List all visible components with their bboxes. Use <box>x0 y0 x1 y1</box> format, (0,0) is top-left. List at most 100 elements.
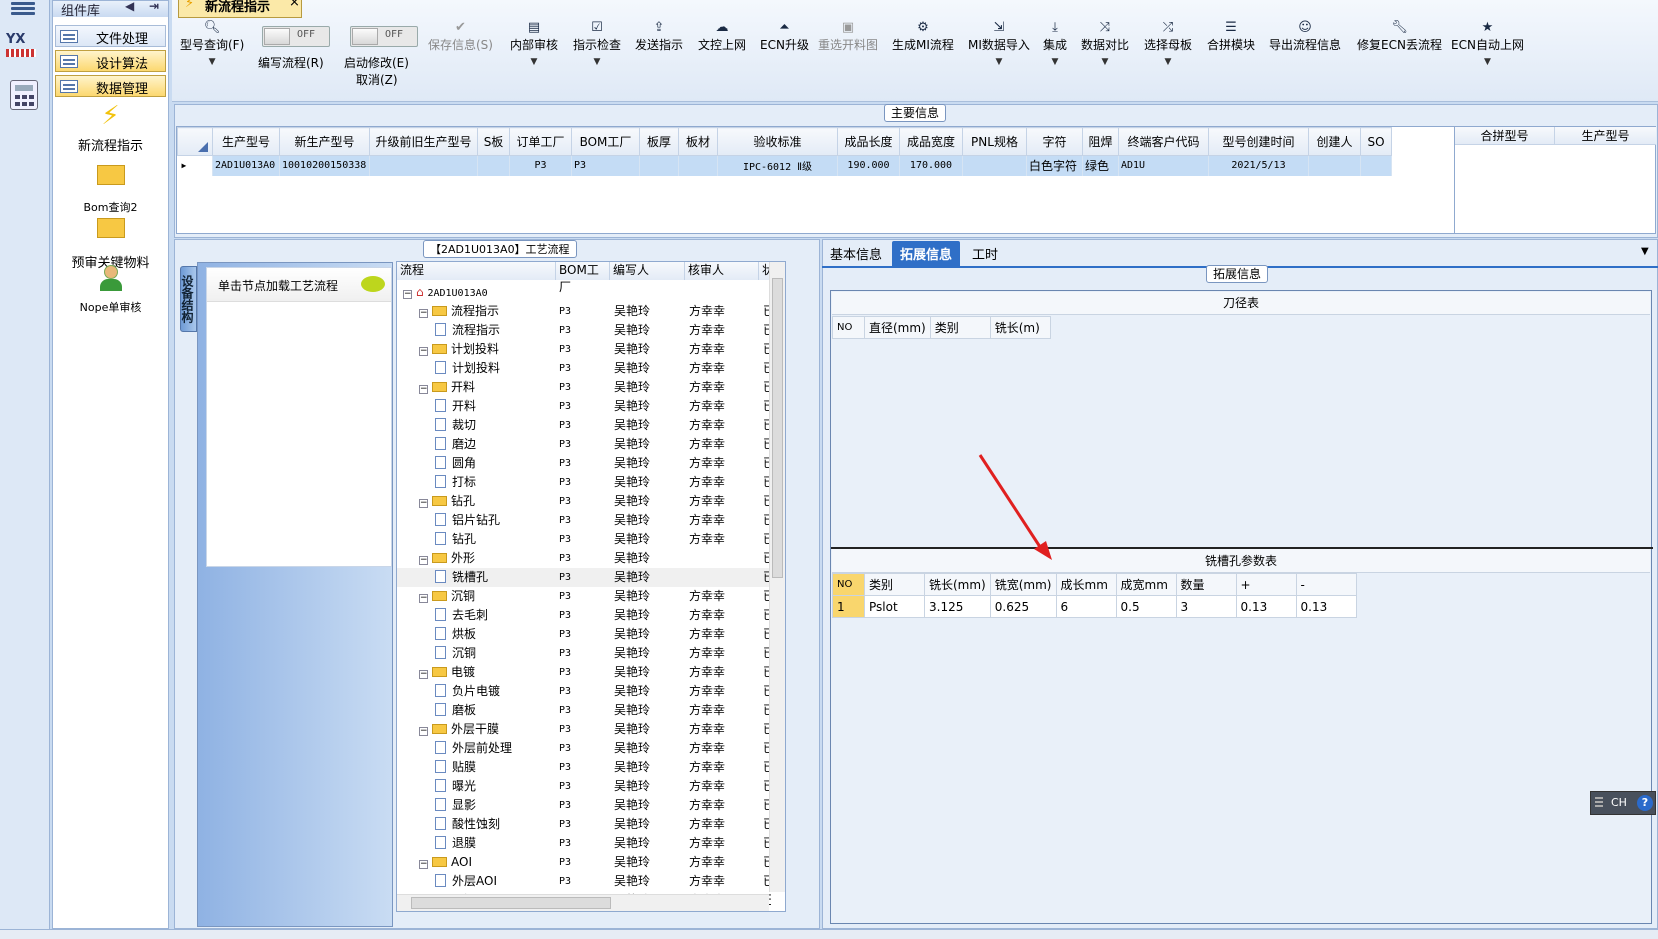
query-button[interactable]: 🔍︎ 型号查询(F) ▼ <box>180 20 244 67</box>
col-header[interactable]: SO <box>1360 127 1392 156</box>
tool-bom-query[interactable]: Bom查询2 <box>53 159 168 215</box>
tree-row[interactable]: 曝光P3吴艳玲方幸幸已审核 <box>397 777 771 796</box>
tree-row[interactable]: 沉铜P3吴艳玲方幸幸已审核 <box>397 644 771 663</box>
tree-row[interactable]: 打标P3吴艳玲方幸幸已审核 <box>397 473 771 492</box>
tree-row[interactable]: 外层AOIP3吴艳玲方幸幸已审核 <box>397 872 771 891</box>
main-info-grid[interactable]: 生产型号 新生产型号 升级前旧生产型号 S板 订单工厂 BOM工厂 板厚 板材 … <box>177 127 1454 233</box>
col-header[interactable]: 创建人 <box>1308 127 1361 156</box>
horizontal-scrollbar[interactable] <box>397 894 769 911</box>
scroll-thumb[interactable] <box>772 278 783 578</box>
collapse-icon[interactable]: − <box>419 347 428 356</box>
col-header[interactable]: S板 <box>477 127 510 156</box>
tree-row[interactable]: 磨边P3吴艳玲方幸幸已审核 <box>397 435 771 454</box>
col-header[interactable]: 生产型号 <box>212 127 280 156</box>
col-header[interactable]: 流程 <box>397 262 556 280</box>
menu-icon[interactable] <box>11 0 35 16</box>
select-master-button[interactable]: ⤮ 选择母板 ▼ <box>1144 20 1192 67</box>
scroll-thumb[interactable] <box>411 897 611 909</box>
col-header[interactable]: 直径(mm) <box>864 316 931 339</box>
close-icon[interactable]: × <box>289 0 300 10</box>
tree-row[interactable]: 开料P3吴艳玲方幸幸已审核 <box>397 397 771 416</box>
tree-row[interactable]: 贴膜P3吴艳玲方幸幸已审核 <box>397 758 771 777</box>
tab-work-hours[interactable]: 工时 <box>964 241 1006 266</box>
tab-basic-info[interactable]: 基本信息 <box>822 241 890 266</box>
col-header[interactable]: 铣宽(mm) <box>989 573 1057 596</box>
table-row[interactable]: ▶ 2AD1U013A0 10010200150338 P3 P3 IPC-60… <box>177 155 1392 176</box>
tree-row[interactable]: −电镀P3吴艳玲方幸幸已审核 <box>397 663 771 682</box>
gen-mi-flow-button[interactable]: ⚙ 生成MI流程 <box>892 20 954 53</box>
col-header[interactable]: 型号创建时间 <box>1208 127 1309 156</box>
col-header[interactable]: 铣长(mm) <box>924 573 991 596</box>
knife-table[interactable]: NO 直径(mm) 类别 铣长(m) <box>832 316 1051 339</box>
internal-review-button[interactable]: ▤ 内部审核 ▼ <box>510 20 558 67</box>
ecn-upgrade-button[interactable]: ⏶ ECN升级 <box>760 20 809 53</box>
mi-import-button[interactable]: ⇲ MI数据导入 ▼ <box>968 20 1030 67</box>
tree-row[interactable]: −开料P3吴艳玲方幸幸已审核 <box>397 378 771 397</box>
collapse-icon[interactable]: − <box>419 670 428 679</box>
col-header[interactable]: 验收标准 <box>717 127 838 156</box>
tree-row[interactable]: −外层干膜P3吴艳玲方幸幸已审核 <box>397 720 771 739</box>
col-header[interactable]: PNL规格 <box>962 127 1027 156</box>
tree-row[interactable]: 去毛刺P3吴艳玲方幸幸已审核 <box>397 606 771 625</box>
tree-row[interactable]: 外层前处理P3吴艳玲方幸幸已审核 <box>397 739 771 758</box>
col-header[interactable]: 板厚 <box>639 127 679 156</box>
col-header[interactable]: NO <box>832 573 865 596</box>
tree-row[interactable]: −流程指示P3吴艳玲方幸幸已审核 <box>397 302 771 321</box>
tree-row[interactable]: −钻孔P3吴艳玲方幸幸已审核 <box>397 492 771 511</box>
tree-row[interactable]: 流程指示P3吴艳玲方幸幸已审核 <box>397 321 771 340</box>
collapse-icon[interactable]: − <box>403 290 412 299</box>
col-header[interactable]: 终端客户代码 <box>1118 127 1209 156</box>
col-header[interactable]: 铣长(m) <box>989 316 1051 339</box>
tree-row[interactable]: −计划投料P3吴艳玲方幸幸已审核 <box>397 340 771 359</box>
merge-grid[interactable]: 合拼型号 生产型号 <box>1454 127 1656 233</box>
doc-upload-button[interactable]: ☁ 文控上网 <box>698 20 746 53</box>
edit-flow-toggle[interactable]: OFF <box>262 26 330 47</box>
data-compare-button[interactable]: ⤨ 数据对比 ▼ <box>1081 20 1129 67</box>
col-header[interactable]: 数量 <box>1175 573 1237 596</box>
help-icon[interactable]: ? <box>1637 795 1653 811</box>
col-header[interactable]: 成长mm <box>1055 573 1117 596</box>
cancel-button[interactable]: 取消(Z) <box>356 71 398 88</box>
tree-row[interactable]: 退膜P3吴艳玲方幸幸已审核 <box>397 834 771 853</box>
integrate-button[interactable]: ⤓ 集成 ▼ <box>1043 20 1067 67</box>
collapse-icon[interactable]: − <box>419 309 428 318</box>
start-modify-toggle[interactable]: OFF <box>350 26 418 47</box>
collapse-icon[interactable]: − <box>419 727 428 736</box>
repair-ecn-button[interactable]: 🔧︎ 修复ECN丢流程 <box>1357 20 1442 53</box>
tree-row[interactable]: 铝片钻孔P3吴艳玲方幸幸已审核 <box>397 511 771 530</box>
node-list[interactable]: 单击节点加载工艺流程 <box>206 267 392 567</box>
col-header[interactable]: 类别 <box>929 316 991 339</box>
collapse-icon[interactable]: − <box>419 385 428 394</box>
category-design-algorithm[interactable]: 设计算法 <box>55 50 166 72</box>
chevron-down-icon[interactable]: ▼ <box>1641 246 1649 257</box>
tool-nope-review[interactable]: Nope单审核 <box>53 263 168 315</box>
col-header[interactable]: 成品长度 <box>837 127 900 156</box>
col-header[interactable]: 新生产型号 <box>279 127 370 156</box>
tree-row[interactable]: 钻孔P3吴艳玲方幸幸已审核 <box>397 530 771 549</box>
tree-row[interactable]: −AOIP3吴艳玲方幸幸已审核 <box>397 853 771 872</box>
ime-indicator[interactable]: CH ? <box>1590 791 1656 815</box>
tab-extended-info[interactable]: 拓展信息 <box>892 241 961 266</box>
side-tab-equipment[interactable]: 设备结构 <box>180 266 197 332</box>
col-header[interactable]: 类别 <box>864 573 925 596</box>
tree-row[interactable]: −沉铜P3吴艳玲方幸幸已审核 <box>397 587 771 606</box>
col-header[interactable]: 订单工厂 <box>509 127 572 156</box>
tree-row[interactable]: 磨板P3吴艳玲方幸幸已审核 <box>397 701 771 720</box>
col-header[interactable]: 核审人 <box>685 262 759 280</box>
instruction-check-button[interactable]: ☑ 指示检查 ▼ <box>573 20 621 67</box>
calculator-icon[interactable] <box>10 80 38 110</box>
save-button[interactable]: ✔ 保存信息(S) <box>428 20 493 53</box>
col-header[interactable]: 合拼型号 <box>1455 127 1555 145</box>
col-header[interactable]: NO <box>832 316 865 339</box>
tree-row[interactable]: 烘板P3吴艳玲方幸幸已审核 <box>397 625 771 644</box>
collapse-icon[interactable]: − <box>419 556 428 565</box>
process-tree[interactable]: 流程 BOM工厂 编写人 核审人 状态 −⌂ 2AD1U013A0 −流程指示P… <box>396 261 786 912</box>
col-header[interactable]: 字符 <box>1026 127 1083 156</box>
reselect-drawing-button[interactable]: ▣ 重选开料图 <box>818 20 878 53</box>
tree-row[interactable]: 负片电镀P3吴艳玲方幸幸已审核 <box>397 682 771 701</box>
hint-item[interactable]: 单击节点加载工艺流程 <box>207 268 391 302</box>
send-instruction-button[interactable]: ⇪ 发送指示 <box>635 20 683 53</box>
col-header[interactable]: BOM工厂 <box>556 262 610 294</box>
tree-row[interactable]: 计划投料P3吴艳玲方幸幸已审核 <box>397 359 771 378</box>
tree-row[interactable]: 裁切P3吴艳玲方幸幸已审核 <box>397 416 771 435</box>
